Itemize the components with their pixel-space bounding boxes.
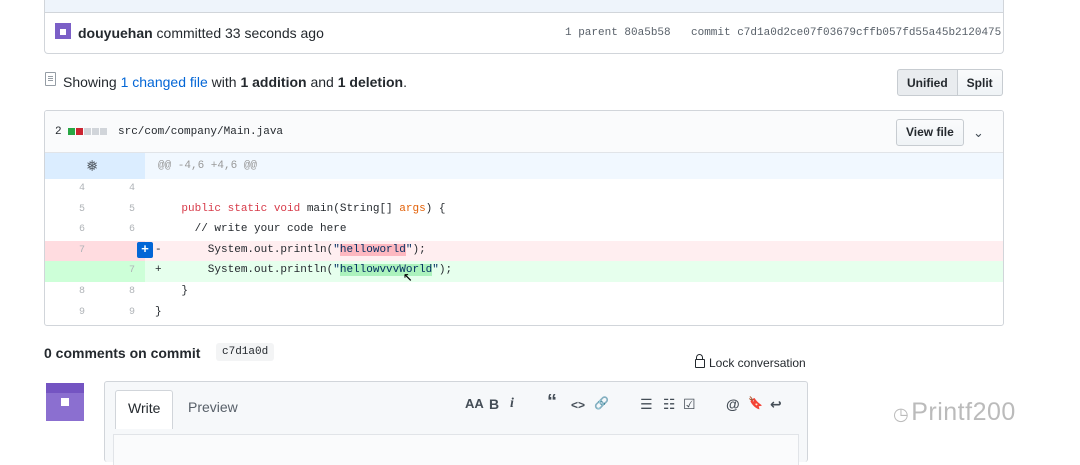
file-diff: 2 src/com/company/Main.java View file ⌄ … — [44, 110, 1004, 326]
commit-author-line: douyuehan committed 33 seconds ago — [78, 25, 324, 41]
comments-commit-sha: c7d1a0d — [216, 343, 275, 361]
diff-line: 4 4 — [45, 179, 1003, 200]
old-line-number[interactable]: 7 — [65, 245, 85, 256]
added-line: 7 + System.out.println("hellowvvvWorld")… — [45, 261, 1003, 286]
old-line-number[interactable]: 5 — [65, 204, 85, 215]
watermark-text: Printf200 — [911, 398, 1016, 426]
diff-line: 5 5 public static void main(String[] arg… — [45, 200, 1003, 221]
split-button[interactable]: Split — [957, 69, 1003, 96]
parent-sha[interactable]: 1 parent 80a5b58 — [565, 27, 671, 39]
diffstat-neutral-block — [100, 128, 107, 135]
old-line-number[interactable]: 9 — [65, 307, 85, 318]
expand-icon[interactable]: ❅ — [86, 157, 99, 175]
diff-view-toggle: Unified Split — [897, 69, 1003, 96]
bold-icon[interactable]: B — [489, 396, 499, 412]
file-path[interactable]: src/com/company/Main.java — [118, 126, 283, 138]
file-header: 2 src/com/company/Main.java View file ⌄ — [45, 111, 1003, 153]
branch-strip — [45, 0, 1003, 13]
diff-line: 8 8 } — [45, 282, 1003, 303]
diff-line-count: 2 — [55, 126, 62, 138]
old-line-number[interactable]: 4 — [65, 183, 85, 194]
line-code: } — [155, 305, 162, 318]
wechat-icon: ◷ — [893, 404, 910, 424]
chevron-down-icon[interactable]: ⌄ — [973, 125, 984, 141]
task-list-icon[interactable]: ☑ — [683, 396, 696, 413]
new-line-number[interactable]: 9 — [115, 307, 135, 318]
header-text-icon[interactable]: AA — [465, 396, 484, 411]
summary-mid2: and — [306, 74, 338, 90]
diff-line: 9 9 } — [45, 303, 1003, 324]
line-code: - System.out.println("helloworld"); — [155, 243, 426, 256]
code-icon[interactable]: <> — [571, 398, 585, 412]
author-link[interactable]: douyuehan — [78, 25, 153, 41]
comment-textarea[interactable] — [113, 434, 799, 465]
author-avatar[interactable] — [55, 23, 71, 39]
commit-header: douyuehan committed 33 seconds ago 1 par… — [44, 0, 1004, 54]
mention-icon[interactable]: @ — [726, 396, 740, 412]
commit-sha: commit c7d1a0d2ce07f03679cffb057fd55a45b… — [691, 27, 1002, 39]
new-line-number[interactable]: 8 — [115, 286, 135, 297]
lock-label: Lock conversation — [709, 356, 806, 370]
old-line-number[interactable]: 6 — [65, 224, 85, 235]
comment-editor: Write Preview AA B i “ <> 🔗 ☰ ☷ ☑ @ 🔖 ↩ — [104, 381, 808, 465]
summary-mid1: with — [207, 74, 241, 90]
line-code: public static void main(String[] args) { — [181, 202, 446, 215]
bulleted-list-icon[interactable]: ☰ — [640, 396, 653, 413]
changed-files-link[interactable]: 1 changed file — [121, 74, 208, 90]
numbered-list-icon[interactable]: ☷ — [663, 396, 676, 413]
diff-line: 6 6 // write your code here — [45, 220, 1003, 241]
lock-conversation-link[interactable]: Lock conversation — [695, 354, 806, 370]
comments-heading: 0 comments on commit — [44, 345, 201, 361]
commit-time: committed 33 seconds ago — [152, 25, 324, 41]
quote-icon[interactable]: “ — [547, 391, 557, 414]
new-line-number[interactable]: 6 — [115, 224, 135, 235]
diffstat-neutral-block — [92, 128, 99, 135]
diff-summary: Showing 1 changed file with 1 addition a… — [63, 74, 407, 90]
saved-reply-icon[interactable]: 🔖 — [748, 396, 763, 410]
italic-icon[interactable]: i — [510, 396, 514, 412]
view-file-button[interactable]: View file — [896, 119, 964, 146]
additions-count: 1 addition — [240, 74, 307, 90]
deleted-gutter — [45, 240, 145, 262]
diff-lines: 4 4 5 5 public static void main(String[]… — [45, 179, 1003, 323]
summary-prefix: Showing — [63, 74, 121, 90]
hunk-range: @@ -4,6 +4,6 @@ — [158, 160, 258, 172]
deletions-count: 1 deletion — [337, 74, 404, 90]
tab-write[interactable]: Write — [115, 390, 174, 429]
hunk-header: ❅ @@ -4,6 +4,6 @@ — [45, 153, 1003, 179]
current-user-avatar[interactable] — [46, 383, 84, 421]
line-code: // write your code here — [155, 223, 347, 236]
tab-preview[interactable]: Preview — [188, 399, 238, 415]
add-comment-button[interactable]: + — [137, 241, 153, 258]
diffstat-bar — [68, 128, 107, 135]
new-line-number[interactable]: 4 — [115, 183, 135, 194]
old-line-number[interactable]: 8 — [65, 286, 85, 297]
link-icon[interactable]: 🔗 — [594, 396, 609, 410]
diffstat-del-block — [76, 128, 83, 135]
diffstat-add-block — [68, 128, 75, 135]
watermark: ◷Printf200 — [893, 398, 1016, 427]
line-code: } — [155, 284, 189, 297]
new-line-number[interactable]: 5 — [115, 204, 135, 215]
summary-suffix: . — [403, 74, 407, 90]
diffstat-neutral-block — [84, 128, 91, 135]
deleted-line: 7 + - System.out.println("helloworld"); — [45, 240, 1003, 262]
file-diff-icon — [45, 72, 56, 86]
new-line-number[interactable]: 7 — [115, 265, 135, 276]
lock-icon — [695, 354, 705, 368]
reply-icon[interactable]: ↩ — [770, 396, 782, 413]
unified-button[interactable]: Unified — [897, 69, 958, 96]
